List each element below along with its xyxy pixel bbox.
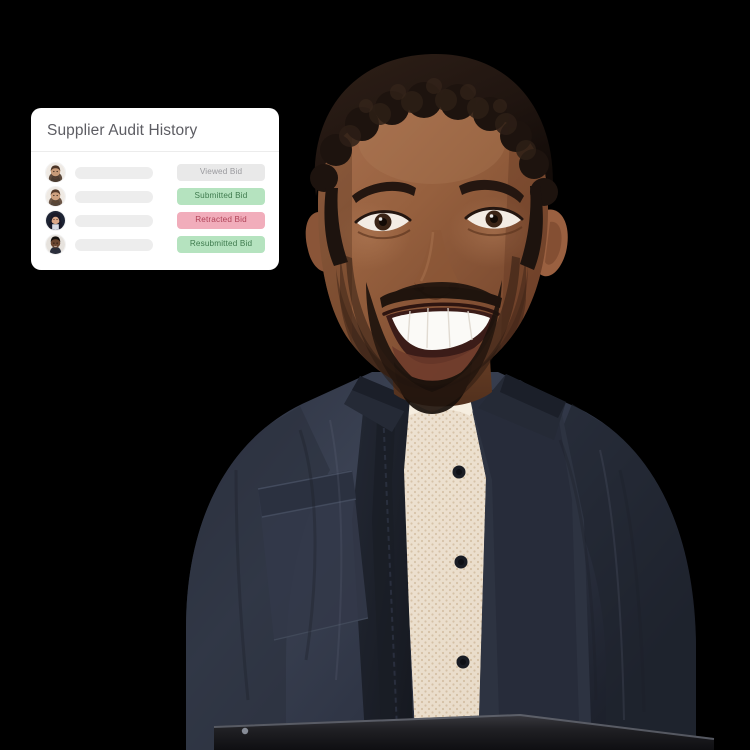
name-placeholder-bar <box>75 214 153 227</box>
status-badge-slot: Retracted Bid <box>173 211 265 230</box>
name-placeholder-bar <box>75 166 153 179</box>
card-header: Supplier Audit History <box>31 108 279 152</box>
table-row[interactable]: Submitted Bid <box>45 185 265 208</box>
audit-rows-list: Viewed Bid Submitted Bid Retracted Bid R… <box>31 152 279 270</box>
name-placeholder-bar <box>75 190 153 203</box>
card-title: Supplier Audit History <box>47 122 198 139</box>
person-torso <box>186 372 696 750</box>
status-badge[interactable]: Resubmitted Bid <box>177 235 265 254</box>
avatar-dark-skinned-man <box>45 234 66 255</box>
avatar-bearded-man-light-2 <box>45 186 66 207</box>
person-face <box>310 53 558 414</box>
table-row[interactable]: Resubmitted Bid <box>45 233 265 256</box>
table-row[interactable]: Viewed Bid <box>45 161 265 184</box>
status-badge[interactable]: Submitted Bid <box>177 187 265 206</box>
status-badge-slot: Resubmitted Bid <box>173 235 265 254</box>
avatar-dark-haired-woman <box>45 210 66 231</box>
avatar-bearded-man-light <box>45 162 66 183</box>
status-badge-slot: Submitted Bid <box>173 187 265 206</box>
status-badge[interactable]: Viewed Bid <box>177 163 265 182</box>
table-row[interactable]: Retracted Bid <box>45 209 265 232</box>
status-badge-slot: Viewed Bid <box>173 163 265 182</box>
status-badge[interactable]: Retracted Bid <box>177 211 265 230</box>
supplier-audit-history-card: Supplier Audit History Viewed Bid Submit… <box>31 108 279 270</box>
screenshot-root: Supplier Audit History Viewed Bid Submit… <box>0 0 750 750</box>
name-placeholder-bar <box>75 238 153 251</box>
